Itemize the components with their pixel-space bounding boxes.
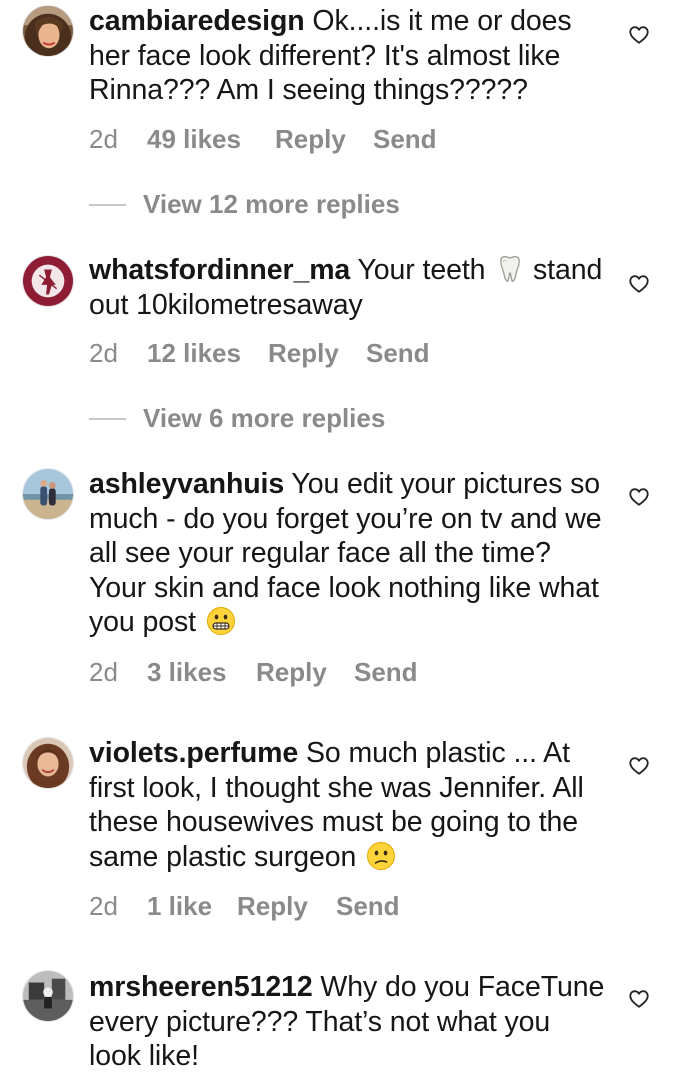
comment-time: 2d (89, 891, 118, 921)
avatar[interactable] (22, 468, 74, 520)
replies-divider-line (89, 418, 126, 420)
comment-text: whatsfordinner_ma Your teeth stand out 1… (89, 253, 609, 322)
avatar[interactable] (22, 970, 74, 1022)
replies-divider-line (89, 204, 126, 206)
comment-time: 2d (89, 338, 118, 368)
like-button[interactable] (628, 755, 650, 777)
likes-count[interactable]: 1 like (147, 889, 212, 923)
comment-username[interactable]: cambiaredesign (89, 5, 305, 37)
comment-username[interactable]: ashleyvanhuis (89, 468, 284, 500)
heart-outline-icon (629, 275, 649, 293)
heart-outline-icon (629, 26, 649, 44)
tooth-emoji (495, 254, 525, 284)
send-button[interactable]: Send (366, 336, 430, 370)
heart-outline-icon (629, 488, 649, 506)
comment-body: Your teeth (350, 254, 494, 286)
likes-count[interactable]: 12 likes (147, 336, 241, 370)
view-replies-label[interactable]: View 12 more replies (143, 187, 400, 221)
reply-button[interactable]: Reply (237, 889, 308, 923)
comment-text: cambiaredesign Ok....is it me or does he… (89, 4, 609, 108)
heart-outline-icon (629, 990, 649, 1008)
reply-button[interactable]: Reply (256, 655, 327, 689)
like-button[interactable] (628, 486, 650, 508)
like-button[interactable] (628, 273, 650, 295)
send-button[interactable]: Send (373, 122, 437, 156)
avatar[interactable] (22, 255, 74, 307)
comment-username[interactable]: whatsfordinner_ma (89, 254, 350, 286)
view-replies-label[interactable]: View 6 more replies (143, 401, 385, 435)
comment-text: violets.perfume So much plastic ... At f… (89, 736, 609, 874)
reply-button[interactable]: Reply (268, 336, 339, 370)
comment-username[interactable]: mrsheeren51212 (89, 971, 313, 1003)
likes-count[interactable]: 49 likes (147, 122, 241, 156)
like-button[interactable] (628, 24, 650, 46)
likes-count[interactable]: 3 likes (147, 655, 227, 689)
comment-text: mrsheeren51212 Why do you FaceTune every… (89, 970, 609, 1074)
avatar[interactable] (22, 737, 74, 789)
reply-button[interactable]: Reply (275, 122, 346, 156)
heart-outline-icon (629, 757, 649, 775)
avatar[interactable] (22, 5, 74, 57)
comment-time: 2d (89, 657, 118, 687)
comment-time: 2d (89, 124, 118, 154)
like-button[interactable] (628, 988, 650, 1010)
send-button[interactable]: Send (336, 889, 400, 923)
comment-text: ashleyvanhuis You edit your pictures so … (89, 467, 609, 640)
send-button[interactable]: Send (354, 655, 418, 689)
grimacing-face-emoji (206, 606, 236, 636)
confused-face-emoji (366, 841, 396, 871)
comment-username[interactable]: violets.perfume (89, 737, 298, 769)
